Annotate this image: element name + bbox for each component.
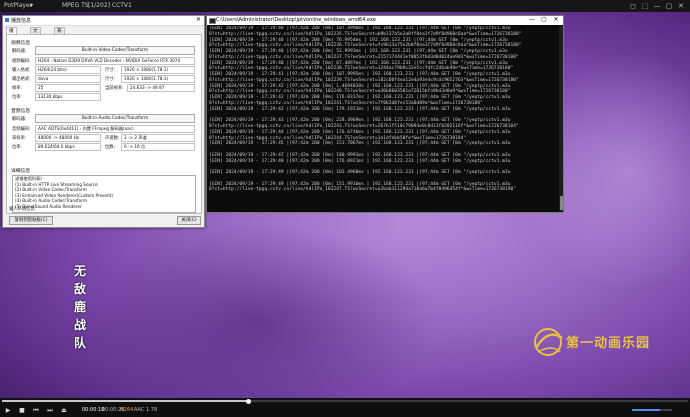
dialog-title: 播放信息 bbox=[11, 17, 31, 24]
input-format-label: 输入格式: bbox=[12, 67, 31, 73]
logo-swirl-icon bbox=[528, 322, 568, 362]
volume-fill bbox=[632, 409, 660, 411]
codec-tag-video: H264 bbox=[120, 404, 133, 417]
video-shadow bbox=[80, 222, 440, 398]
volume-slider[interactable] bbox=[632, 409, 672, 411]
pin-icon[interactable]: ◻ bbox=[628, 0, 638, 12]
sample-rate-value: 48000 -> 48000 Hz bbox=[35, 134, 101, 142]
channel-logo: 第一动画乐园 bbox=[528, 322, 658, 362]
audio-decoder-button[interactable]: Built-in Audio Codec/Transform bbox=[35, 114, 195, 123]
aspect-tag: 1.78 bbox=[146, 404, 157, 417]
console-line: 8?st=http://live-tpgq.cctv.cn/live/hdlIP… bbox=[209, 55, 559, 61]
stop-icon[interactable]: ■ bbox=[18, 404, 26, 417]
filter-list[interactable]: 滤镜使用列表) (1) Built-in HTTP Live Streaming… bbox=[12, 175, 196, 213]
caption-char: 敌 bbox=[70, 280, 90, 298]
caption-char: 无 bbox=[70, 262, 90, 280]
dialog-title-bar[interactable]: 播放信息 ✕ bbox=[3, 16, 204, 26]
input-format-value: H264(24 bits) bbox=[35, 66, 101, 74]
bit-depth-value: 0 -> 16 位 bbox=[121, 143, 195, 151]
copy-clipboard-button[interactable]: 复制到剪贴板(C) bbox=[9, 216, 53, 225]
video-caption-vertical: 无 敌 鹿 战 队 bbox=[70, 262, 90, 352]
console-line: [GIN] 2024/09/19 - 17:29:47 |[97;42m 20… bbox=[209, 153, 559, 159]
console-title: C:\Users\Administrator\Desktop\iptvonlin… bbox=[216, 17, 376, 23]
console-line: 8?st=http://live-tpgq.cctv.cn/live/hdlIP… bbox=[209, 124, 559, 130]
next-icon[interactable]: ⏭ bbox=[46, 404, 54, 417]
video-codec-label: 视频编码: bbox=[12, 58, 31, 64]
play-icon[interactable]: ▶ bbox=[4, 404, 12, 417]
console-line: [GIN] 2024/09/19 - 17:29:45 |[97;42m 20… bbox=[209, 141, 559, 147]
previous-icon[interactable]: ⏮ bbox=[32, 404, 40, 417]
menu-arrow[interactable]: ▾ bbox=[30, 0, 33, 12]
console-line: [GIN] 2024/09/19 - 17:29:48 |[97;42m 20… bbox=[209, 159, 559, 165]
video-decoder-button[interactable]: Built-in Video Codec/Transform bbox=[35, 46, 195, 55]
console-line: [GIN] 2024/09/19 - 17:29:49 |[97;42m 20… bbox=[209, 170, 559, 176]
format-label: MPEG TS bbox=[62, 0, 89, 12]
video-decoder-label: 解码器: bbox=[12, 48, 26, 54]
caption-char: 队 bbox=[70, 334, 90, 352]
seek-fill bbox=[2, 400, 249, 402]
audio-codec-value: AAC ADTS(0x4411) - 内置 FFmpeg 解码器(aac) bbox=[35, 125, 195, 133]
console-line: 8?st=http://live-tpgq.cctv.cn/live/hdlIP… bbox=[209, 32, 559, 38]
console-line: [GIN] 2024/09/19 - 17:29:40 |[97;42m 20… bbox=[209, 26, 559, 32]
current-fps-label: 当前帧率: bbox=[105, 85, 124, 91]
input-size-value: 1920 × 1080(1.78:1) bbox=[121, 66, 195, 74]
video-section-title: 视频信息 bbox=[11, 39, 30, 46]
dialog-app-icon bbox=[5, 18, 9, 22]
fps-value: 25 bbox=[35, 84, 101, 92]
bit-depth-label: 位数: bbox=[105, 144, 115, 150]
video-bitrate-label: 位率: bbox=[12, 94, 22, 100]
app-name[interactable]: PotPlayer bbox=[4, 0, 32, 12]
console-line: [GIN] 2024/09/19 - 17:29:44 |[97;42m 20… bbox=[209, 130, 559, 136]
minimize-icon[interactable]: — bbox=[652, 0, 662, 12]
output-size-label: 尺寸: bbox=[105, 76, 115, 82]
caption-char: 鹿 bbox=[70, 298, 90, 316]
sample-rate-label: 采样率: bbox=[12, 135, 26, 141]
audio-bitrate-value: 89.624/64.0 kbps bbox=[35, 143, 101, 151]
dialog-close-icon[interactable]: ✕ bbox=[196, 16, 201, 23]
playback-info-dialog: 播放信息 ✕ 播放信息 文件信息 系统信息 视频信息 解码器: Built-in… bbox=[2, 15, 205, 228]
logo-text: 第一动画乐园 bbox=[566, 332, 650, 351]
codec-tag-audio: AAC bbox=[134, 404, 144, 417]
control-bar: ▶ ■ ⏮ ⏭ ⏏ 00:00:10 00:00:28 H264 AAC 1.7… bbox=[0, 404, 690, 417]
channels-value: 2 -> 2 声道 bbox=[121, 134, 195, 142]
console-output[interactable]: [GIN] 2024/09/19 - 17:29:40 |[97;42m 20… bbox=[209, 26, 559, 210]
console-line: [GIN] 2024/09/19 - 17:29:42 |[97;42m 20… bbox=[209, 107, 559, 113]
console-minimize-icon[interactable]: — bbox=[527, 16, 537, 23]
console-line: 8?st=http://live-tpgq.cctv.cn/live/hdlIP… bbox=[209, 78, 559, 84]
audio-codec-label: 音频编码: bbox=[12, 126, 31, 132]
console-close-icon[interactable]: ✕ bbox=[551, 16, 561, 23]
fps-label: 帧率: bbox=[12, 85, 22, 91]
console-scrollbar[interactable] bbox=[559, 26, 563, 212]
skin-icon[interactable]: ⬚ bbox=[640, 0, 650, 12]
info-panel: 视频信息 解码器: Built-in Video Codec/Transform… bbox=[6, 34, 202, 214]
console-maximize-icon[interactable]: ▢ bbox=[539, 16, 549, 23]
input-channel-label: 输入声道信息 bbox=[9, 206, 35, 212]
current-fps-value: 24.633 -> 49.97 bbox=[127, 84, 195, 92]
output-format-label: 输出格式: bbox=[12, 76, 31, 82]
video-bitrate-value: 13130 kbps bbox=[35, 93, 101, 101]
detail-section-title: 详细信息 bbox=[11, 167, 30, 174]
eject-icon[interactable]: ⏏ bbox=[60, 404, 68, 417]
audio-decoder-label: 解码器: bbox=[12, 116, 26, 122]
caption-char: 战 bbox=[70, 316, 90, 334]
file-title: [1/202] CCTV1 bbox=[88, 0, 132, 12]
input-size-label: 尺寸: bbox=[105, 67, 115, 73]
close-icon[interactable]: ✕ bbox=[676, 0, 686, 12]
list-item: (5) DirectSound Audio Renderer bbox=[13, 204, 195, 210]
console-window: C:\Users\Administrator\Desktop\iptvonlin… bbox=[206, 15, 564, 213]
dialog-close-button[interactable]: 关闭(C) bbox=[177, 216, 201, 225]
video-codec-value: H264 - Native D3D9 DXVA VLD Decoder - NV… bbox=[35, 57, 195, 65]
audio-bitrate-label: 位率: bbox=[12, 144, 22, 150]
console-title-bar[interactable]: C:\Users\Administrator\Desktop\iptvonlin… bbox=[207, 16, 563, 25]
player-title-bar: PotPlayer ▾ MPEG TS [1/202] CCTV1 ◻ ⬚ — … bbox=[0, 0, 690, 12]
console-line: 8?st=http://live-tpgq.cctv.cn/live/hdlIP… bbox=[209, 187, 559, 193]
audio-section-title: 音频信息 bbox=[11, 107, 30, 114]
output-format-value: dxva bbox=[35, 75, 101, 83]
output-size-value: 1920 × 1080(1.78:1) bbox=[121, 75, 195, 83]
channels-label: 声道数: bbox=[105, 135, 119, 141]
scrollbar-thumb[interactable] bbox=[560, 196, 563, 210]
console-line: [GIN] 2024/09/19 - 17:29:40 |[97;42m 20… bbox=[209, 49, 559, 55]
maximize-icon[interactable]: ▢ bbox=[664, 0, 674, 12]
console-app-icon bbox=[209, 18, 216, 24]
